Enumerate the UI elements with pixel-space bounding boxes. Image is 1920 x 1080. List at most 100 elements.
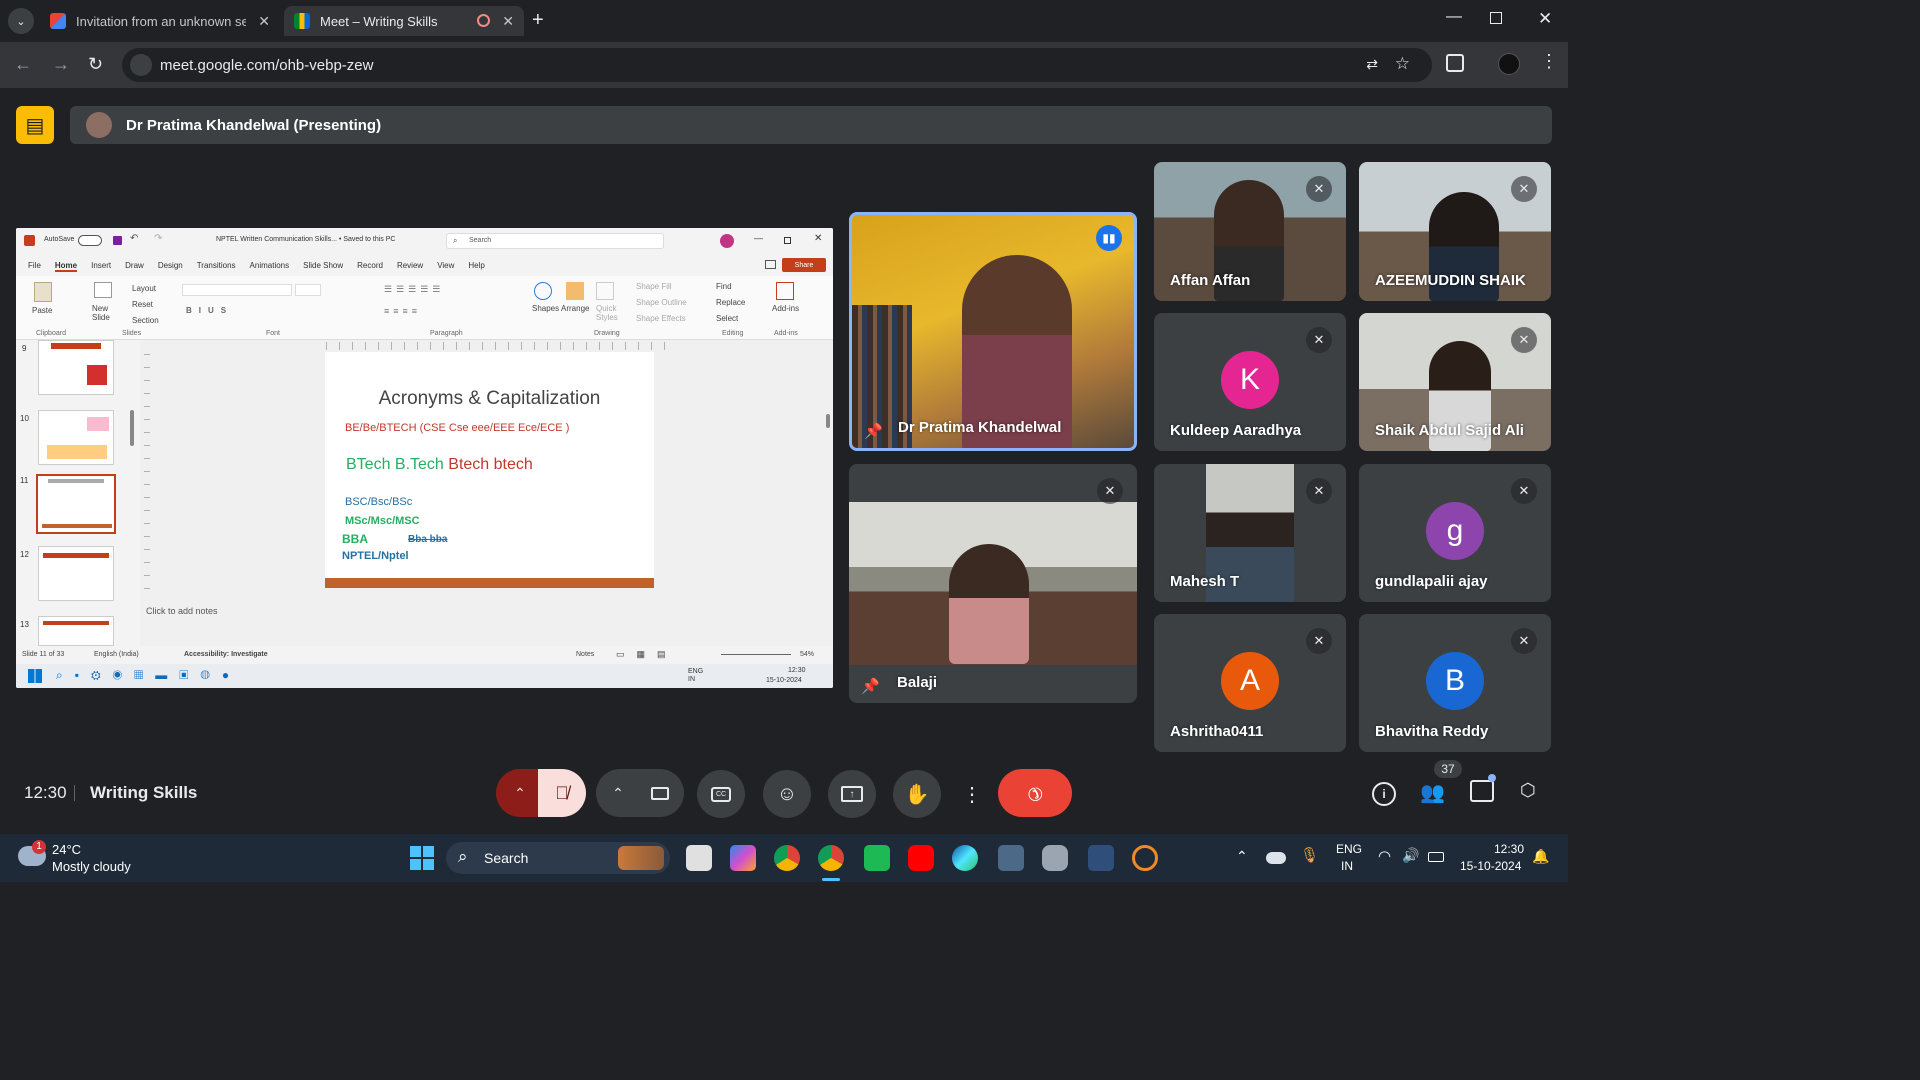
paste-icon[interactable]: [34, 282, 52, 302]
slide-thumbnail[interactable]: [38, 546, 114, 601]
accessibility-status[interactable]: Accessibility: Investigate: [184, 651, 268, 658]
close-icon[interactable]: ✕: [258, 13, 270, 30]
meeting-info-button[interactable]: i: [1372, 782, 1396, 806]
thumbnail-scrollbar[interactable]: [130, 410, 134, 446]
wifi-icon[interactable]: ◠: [1378, 847, 1391, 865]
ppt-search-box[interactable]: ⌕ Search: [446, 233, 664, 249]
back-icon[interactable]: ←: [14, 54, 32, 75]
redo-icon[interactable]: ↷: [154, 233, 162, 244]
notes-button[interactable]: Notes: [576, 651, 594, 658]
menu-kebab-icon[interactable]: ⋮: [1540, 51, 1558, 72]
ppt-menu-view[interactable]: View: [437, 261, 454, 272]
participant-tile[interactable]: ✕ 📌 Balaji: [849, 464, 1137, 703]
ppt-menu-record[interactable]: Record: [357, 261, 383, 272]
ppt-menu-insert[interactable]: Insert: [91, 261, 111, 272]
section-label[interactable]: Section: [132, 316, 159, 325]
replace-label[interactable]: Replace: [716, 298, 745, 307]
ppt-menu-review[interactable]: Review: [397, 261, 423, 272]
restore-icon[interactable]: [1490, 12, 1502, 24]
participant-tile[interactable]: B ✕ Bhavitha Reddy: [1359, 614, 1551, 752]
audio-options-button[interactable]: ⌃: [496, 769, 544, 817]
app-d-icon[interactable]: [864, 845, 890, 871]
tray-clock[interactable]: 12:30: [1494, 842, 1524, 856]
chrome-icon[interactable]: [818, 845, 844, 871]
font-name-box[interactable]: [182, 284, 292, 296]
participant-tile[interactable]: K ✕ Kuldeep Aaradhya: [1154, 313, 1346, 451]
ppt-menu-home[interactable]: Home: [54, 261, 78, 272]
chat-button[interactable]: [1470, 780, 1494, 802]
align-icons[interactable]: ≡≡≡≡: [384, 306, 421, 316]
reset-label[interactable]: Reset: [132, 300, 153, 309]
pin-icon[interactable]: 📌: [864, 422, 883, 440]
new-tab-icon[interactable]: +: [532, 9, 544, 32]
zoom-level[interactable]: 54%: [800, 651, 814, 658]
present-button[interactable]: ↑: [828, 770, 876, 818]
undo-icon[interactable]: ↶: [130, 233, 138, 244]
people-button[interactable]: 👥: [1420, 780, 1448, 808]
user-avatar[interactable]: [720, 234, 734, 248]
notes-placeholder[interactable]: Click to add notes: [146, 606, 218, 616]
participant-tile-presenter[interactable]: ▮▮ 📌 Dr Pratima Khandelwal: [849, 212, 1137, 451]
camera-button[interactable]: [636, 769, 684, 817]
forward-icon[interactable]: →: [52, 54, 70, 75]
slide-thumbnail[interactable]: [38, 410, 114, 465]
presentation-icon[interactable]: ▤: [16, 106, 54, 144]
addins-icon[interactable]: [776, 282, 794, 300]
arrange-icon[interactable]: [566, 282, 584, 300]
captions-button[interactable]: CC: [697, 770, 745, 818]
slide-canvas[interactable]: Acronyms & Capitalization BE/Be/BTECH (C…: [325, 352, 654, 588]
ppt-restore-icon[interactable]: [784, 237, 791, 244]
calculator-icon[interactable]: [998, 845, 1024, 871]
shape-fill-label[interactable]: Shape Fill: [636, 282, 672, 291]
ppt-minimize-icon[interactable]: —: [754, 233, 763, 243]
notification-bell-icon[interactable]: 🔔: [1532, 848, 1549, 865]
layout-label[interactable]: Layout: [132, 284, 156, 293]
share-button[interactable]: Share: [782, 258, 826, 272]
pin-icon[interactable]: 📌: [861, 677, 880, 695]
taskbar-search[interactable]: ⌕ Search: [446, 842, 670, 874]
onedrive-icon[interactable]: [1266, 852, 1286, 864]
copilot-icon[interactable]: [730, 845, 756, 871]
shape-outline-label[interactable]: Shape Outline: [636, 298, 687, 307]
paragraph-icons[interactable]: ☰☰☰☰☰: [384, 284, 444, 295]
tab-meet[interactable]: Meet – Writing Skills ✕: [284, 6, 524, 36]
database-icon[interactable]: [1042, 845, 1068, 871]
tray-lang-1[interactable]: ENG: [1336, 842, 1362, 856]
slide-thumbnail[interactable]: [38, 616, 114, 646]
ppt-menu-animations[interactable]: Animations: [250, 261, 290, 272]
site-info-icon[interactable]: [130, 54, 152, 76]
tab-gmail[interactable]: Invitation from an unknown sen ✕: [40, 6, 280, 36]
windows-start-icon[interactable]: [28, 669, 42, 683]
autosave-toggle[interactable]: [78, 235, 102, 246]
profile-avatar[interactable]: [1498, 53, 1520, 75]
battery-icon[interactable]: [1428, 852, 1444, 862]
extensions-icon[interactable]: [1446, 54, 1464, 72]
leave-call-button[interactable]: ✆: [998, 769, 1072, 817]
windows-start-icon[interactable]: [410, 846, 434, 870]
participant-tile[interactable]: A ✕ Ashritha0411: [1154, 614, 1346, 752]
microphone-icon[interactable]: 🎙: [1300, 846, 1319, 864]
close-icon[interactable]: ✕: [502, 13, 514, 30]
show-hidden-icons[interactable]: ⌃: [1236, 848, 1248, 865]
volume-icon[interactable]: 🔊: [1402, 847, 1419, 864]
reload-icon[interactable]: ↻: [88, 54, 103, 75]
participant-tile[interactable]: ✕ AZEEMUDDIN SHAIK: [1359, 162, 1551, 301]
participant-tile[interactable]: ✕ Shaik Abdul Sajid Ali: [1359, 313, 1551, 451]
save-icon[interactable]: [113, 236, 122, 245]
mic-off-button[interactable]: 🎙̸: [538, 769, 586, 817]
youtube-icon[interactable]: [908, 845, 934, 871]
participant-tile[interactable]: g ✕ gundlapalii ajay: [1359, 464, 1551, 602]
tab-list-icon[interactable]: ⌄: [8, 8, 34, 34]
activities-button[interactable]: ⬡: [1520, 780, 1542, 804]
inner-app-icons[interactable]: ⌕▪⚙◉▦▬▣◍●: [56, 668, 241, 683]
chrome-profile-icon[interactable]: [774, 845, 800, 871]
new-slide-icon[interactable]: [94, 282, 112, 298]
comments-icon[interactable]: [765, 260, 776, 269]
omnibox[interactable]: meet.google.com/ohb-vebp-zew ⇄ ☆: [122, 48, 1432, 82]
ppt-menu-draw[interactable]: Draw: [125, 261, 144, 272]
ppt-menu-file[interactable]: File: [28, 261, 41, 272]
ppt-menu-help[interactable]: Help: [468, 261, 484, 272]
font-size-box[interactable]: [295, 284, 321, 296]
zoom-slider[interactable]: [721, 654, 791, 655]
ppt-close-icon[interactable]: ✕: [814, 233, 822, 244]
